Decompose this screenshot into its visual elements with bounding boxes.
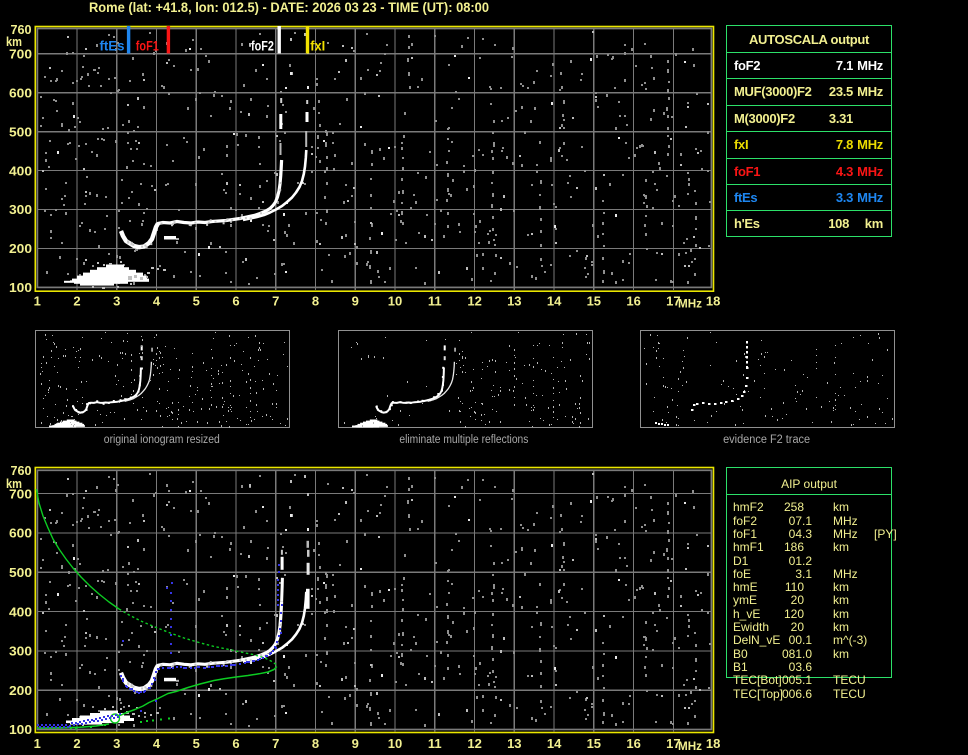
svg-text:15: 15 — [587, 294, 601, 309]
svg-text:600: 600 — [9, 526, 32, 541]
svg-text:ftEs: ftEs — [100, 38, 125, 54]
svg-text:100: 100 — [9, 280, 32, 295]
svg-text:8: 8 — [312, 294, 319, 309]
svg-text:foF1: foF1 — [136, 38, 159, 54]
svg-text:14: 14 — [547, 736, 562, 751]
svg-text:6: 6 — [232, 294, 239, 309]
svg-text:Rome (lat: +41.8, lon: 012.5): Rome (lat: +41.8, lon: 012.5) - DATE: 20… — [89, 0, 489, 15]
svg-text:18: 18 — [706, 294, 720, 309]
svg-text:18: 18 — [706, 736, 720, 751]
svg-text:1: 1 — [34, 294, 41, 309]
svg-text:4: 4 — [153, 294, 161, 309]
svg-text:7: 7 — [272, 736, 279, 751]
svg-text:500: 500 — [9, 565, 32, 580]
svg-text:1: 1 — [34, 736, 41, 751]
svg-text:6: 6 — [232, 736, 239, 751]
svg-text:7: 7 — [272, 294, 279, 309]
svg-text:11: 11 — [428, 294, 442, 309]
svg-text:eliminate multiple reflections: eliminate multiple reflections — [399, 434, 528, 446]
svg-text:15: 15 — [587, 736, 601, 751]
svg-text:8: 8 — [312, 736, 319, 751]
svg-text:300: 300 — [9, 644, 32, 659]
svg-text:fxI: fxI — [310, 38, 325, 54]
svg-text:MHz: MHz — [678, 739, 702, 753]
svg-text:12: 12 — [467, 736, 481, 751]
svg-text:200: 200 — [9, 241, 32, 256]
svg-text:200: 200 — [9, 683, 32, 698]
svg-text:500: 500 — [9, 124, 32, 139]
svg-text:10: 10 — [388, 294, 402, 309]
svg-text:14: 14 — [547, 294, 562, 309]
svg-text:4: 4 — [153, 736, 161, 751]
svg-text:600: 600 — [9, 85, 32, 100]
svg-text:12: 12 — [467, 294, 481, 309]
svg-text:2: 2 — [73, 736, 80, 751]
svg-text:400: 400 — [9, 163, 32, 178]
svg-text:foF2: foF2 — [251, 38, 274, 54]
svg-text:3: 3 — [113, 294, 120, 309]
svg-text:5: 5 — [193, 736, 200, 751]
svg-text:9: 9 — [352, 736, 359, 751]
svg-text:400: 400 — [9, 604, 32, 619]
svg-text:13: 13 — [507, 736, 521, 751]
svg-text:2: 2 — [73, 294, 80, 309]
svg-text:13: 13 — [507, 294, 521, 309]
svg-text:evidence F2 trace: evidence F2 trace — [723, 434, 810, 446]
svg-text:original ionogram resized: original ionogram resized — [104, 434, 220, 446]
svg-text:9: 9 — [352, 294, 359, 309]
svg-text:300: 300 — [9, 202, 32, 217]
svg-text:5: 5 — [193, 294, 200, 309]
svg-text:10: 10 — [388, 736, 402, 751]
svg-text:3: 3 — [113, 736, 120, 751]
svg-text:700: 700 — [9, 47, 32, 62]
svg-text:700: 700 — [9, 486, 32, 501]
svg-text:16: 16 — [626, 736, 640, 751]
svg-text:11: 11 — [428, 736, 442, 751]
svg-text:100: 100 — [9, 722, 32, 737]
svg-text:MHz: MHz — [678, 297, 702, 311]
svg-text:16: 16 — [626, 294, 640, 309]
